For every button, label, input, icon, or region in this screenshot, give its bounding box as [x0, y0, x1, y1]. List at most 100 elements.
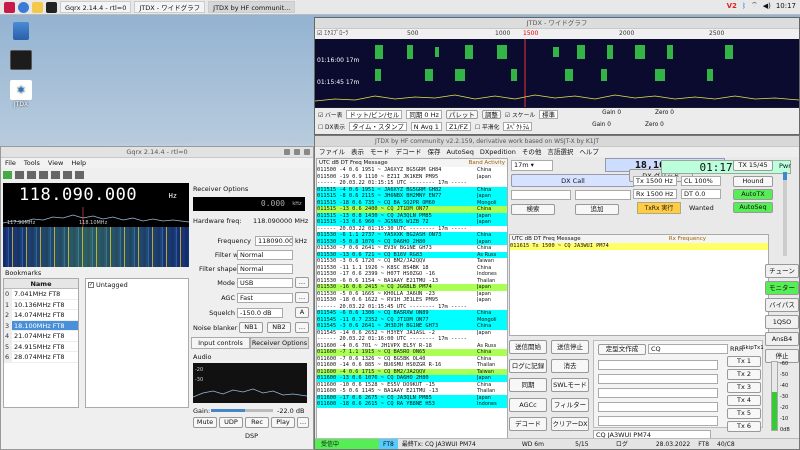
- clear-dx-button[interactable]: クリアーDX: [551, 416, 589, 431]
- browser-icon[interactable]: [18, 1, 29, 13]
- tx3-button[interactable]: Tx 3: [727, 382, 761, 393]
- close-icon[interactable]: [304, 149, 310, 155]
- tx-message-field-4[interactable]: [598, 402, 718, 412]
- menu-language[interactable]: 言語選択: [547, 147, 573, 157]
- menu-mode[interactable]: モード: [370, 147, 390, 157]
- save-icon[interactable]: [27, 171, 36, 179]
- autoseq-button[interactable]: AutoSeq: [733, 202, 773, 213]
- autotx-button[interactable]: AutoTX: [733, 189, 773, 200]
- tx-start-button[interactable]: 送信開始: [509, 340, 547, 354]
- ansb4-button[interactable]: AnsB4: [765, 332, 799, 346]
- desktop-icon-jtdx[interactable]: ✶ JTDX: [6, 80, 36, 108]
- adjust-button[interactable]: 調整: [481, 110, 501, 119]
- tx-period-button[interactable]: TX 15/45: [733, 160, 773, 171]
- tab-receiver-options[interactable]: Receiver Options: [250, 337, 309, 349]
- wifi-icon[interactable]: ⌔: [751, 1, 758, 10]
- dx-call-button[interactable]: DX Call: [511, 174, 635, 187]
- rx-decode-row[interactable]: 011615 Tx 1500 ~ CQ JA3WUI PM74: [510, 243, 768, 250]
- tune-button[interactable]: チューン: [765, 264, 799, 278]
- menu-decode[interactable]: デコード: [396, 147, 422, 157]
- spectrum-plot[interactable]: 117.90MHz 118.10MHz: [2, 207, 190, 227]
- tx-message-field-3[interactable]: [598, 388, 718, 398]
- palette-button[interactable]: パレット: [445, 110, 478, 119]
- cq-field[interactable]: CQ: [648, 344, 728, 354]
- gqrx-titlebar[interactable]: Gqrx 2.14.4 - rtl=0: [1, 147, 313, 158]
- tx5-button[interactable]: Tx 5: [727, 408, 761, 419]
- filter-shape-select[interactable]: Normal: [237, 264, 293, 274]
- settings-icon[interactable]: [63, 171, 72, 179]
- 1qso-button[interactable]: 1QSO: [765, 315, 799, 329]
- tx-message-field-2[interactable]: [598, 374, 718, 384]
- tx-message-field-5[interactable]: [598, 416, 718, 426]
- device-icon[interactable]: [39, 171, 48, 179]
- taskbar-gqrx[interactable]: Gqrx 2.14.4 - rtl=0: [60, 1, 132, 13]
- agcc-button[interactable]: AGCc: [509, 397, 547, 412]
- menu-autoseq[interactable]: AutoSeq: [447, 147, 474, 157]
- maximize-icon[interactable]: [294, 149, 300, 155]
- band-select[interactable]: 17m ▾: [511, 160, 553, 171]
- squelch-auto-button[interactable]: A: [295, 307, 309, 318]
- bookmark-row[interactable]: 5 24.915MHz FT8: [4, 341, 78, 352]
- hound-button[interactable]: Hound: [733, 176, 773, 187]
- timestamp-select[interactable]: タイム・スタンプ: [349, 122, 407, 131]
- bookmark-row[interactable]: 6 28.074MHz FT8: [4, 352, 78, 363]
- decode-row[interactable]: 011600 -18 0.6 2615 ~ CQ RA YB8NE H53 Ind…: [317, 401, 507, 408]
- tx-stop-button[interactable]: 送信停止: [551, 340, 589, 354]
- power-icon[interactable]: [3, 171, 12, 179]
- tag-checkbox[interactable]: ✓: [88, 282, 94, 288]
- vnc-icon[interactable]: V2: [727, 2, 737, 10]
- band-activity-list[interactable]: 011500 -4 0.6 1951 ~ JA6XYZ BG5GRM GH84 C…: [317, 167, 507, 408]
- open-icon[interactable]: [15, 171, 24, 179]
- jtdx-titlebar[interactable]: JTDX by HF community v2.2.159, derivativ…: [315, 136, 799, 147]
- agc-options-button[interactable]: …: [295, 292, 309, 303]
- folder-icon[interactable]: [32, 1, 43, 13]
- menu-view[interactable]: 表示: [351, 147, 364, 157]
- bluetooth-icon[interactable]: ᛒ: [742, 2, 746, 10]
- txrx-button[interactable]: TxRx 実行: [637, 202, 681, 214]
- tag-row[interactable]: ✓ Untagged: [86, 279, 188, 291]
- dx-grid-input[interactable]: [575, 190, 631, 200]
- bookmark-row[interactable]: 4 21.074MHz FT8: [4, 331, 78, 342]
- play-button[interactable]: Play: [271, 417, 295, 428]
- menu-help[interactable]: ヘルプ: [579, 147, 599, 157]
- mute-button[interactable]: Mute: [193, 417, 217, 428]
- bookmark-row[interactable]: 0 7.041MHz FT8: [4, 289, 78, 300]
- frequency-display[interactable]: 118.090.000 Hz: [3, 183, 189, 207]
- sync-field[interactable]: 同期 0 Hz: [406, 110, 442, 119]
- nb2-button[interactable]: NB2: [267, 322, 291, 333]
- bookmark-row[interactable]: 3 18.100MHz FT8: [4, 320, 78, 331]
- menu-view[interactable]: View: [48, 158, 63, 168]
- audio-options-button[interactable]: …: [297, 417, 309, 428]
- cl-field[interactable]: CL 100%: [681, 176, 721, 186]
- standard-select[interactable]: 標準: [539, 110, 559, 119]
- rx-frequency-list[interactable]: 011615 Tx 1500 ~ CQ JA3WUI PM74: [510, 243, 768, 250]
- taskbar-jtdx[interactable]: JTDX by HF communit...: [208, 1, 296, 13]
- menu-tools[interactable]: Tools: [24, 158, 40, 168]
- menu-file[interactable]: File: [5, 158, 16, 168]
- squelch-input[interactable]: -150.0 dB: [237, 308, 283, 318]
- menu-help[interactable]: Help: [71, 158, 86, 168]
- udp-button[interactable]: UDP: [219, 417, 243, 428]
- tx2-button[interactable]: Tx 2: [727, 369, 761, 380]
- log-qso-button[interactable]: ログに記録: [509, 359, 547, 374]
- tx-message-field-1[interactable]: [598, 360, 718, 370]
- smooth-checkbox[interactable]: ☐ 平滑化: [475, 122, 499, 131]
- tx1-button[interactable]: Tx 1: [727, 356, 761, 367]
- tab-input-controls[interactable]: Input controls: [191, 337, 250, 349]
- nb-options-button[interactable]: …: [295, 322, 309, 333]
- receiver-freq-display[interactable]: 0.000 kHz: [193, 197, 305, 211]
- scale-checkbox-label[interactable]: ☑ ｴｸｽﾌﾟﾛｰﾗ: [317, 29, 348, 39]
- audio-gain-slider[interactable]: [211, 409, 273, 412]
- desktop-icon-trash[interactable]: [6, 22, 36, 41]
- mode-select[interactable]: USB: [237, 278, 293, 288]
- desktop-icon-gqrx[interactable]: [6, 50, 36, 71]
- fixed-message-button[interactable]: 定型文作成: [598, 344, 646, 355]
- navg-field[interactable]: N Avg 1: [410, 122, 442, 131]
- bypass-button[interactable]: バイパス: [765, 298, 799, 312]
- z1-select[interactable]: Z1/FZ: [445, 122, 471, 131]
- widegraph-titlebar[interactable]: JTDX - ワイドグラフ: [315, 18, 799, 29]
- bookmark-row[interactable]: 2 14.074MHz FT8: [4, 310, 78, 321]
- dots-select[interactable]: ドット/ビン/セル: [346, 110, 403, 119]
- dt-field[interactable]: DT 0.0: [681, 189, 721, 199]
- minimize-icon[interactable]: [284, 149, 290, 155]
